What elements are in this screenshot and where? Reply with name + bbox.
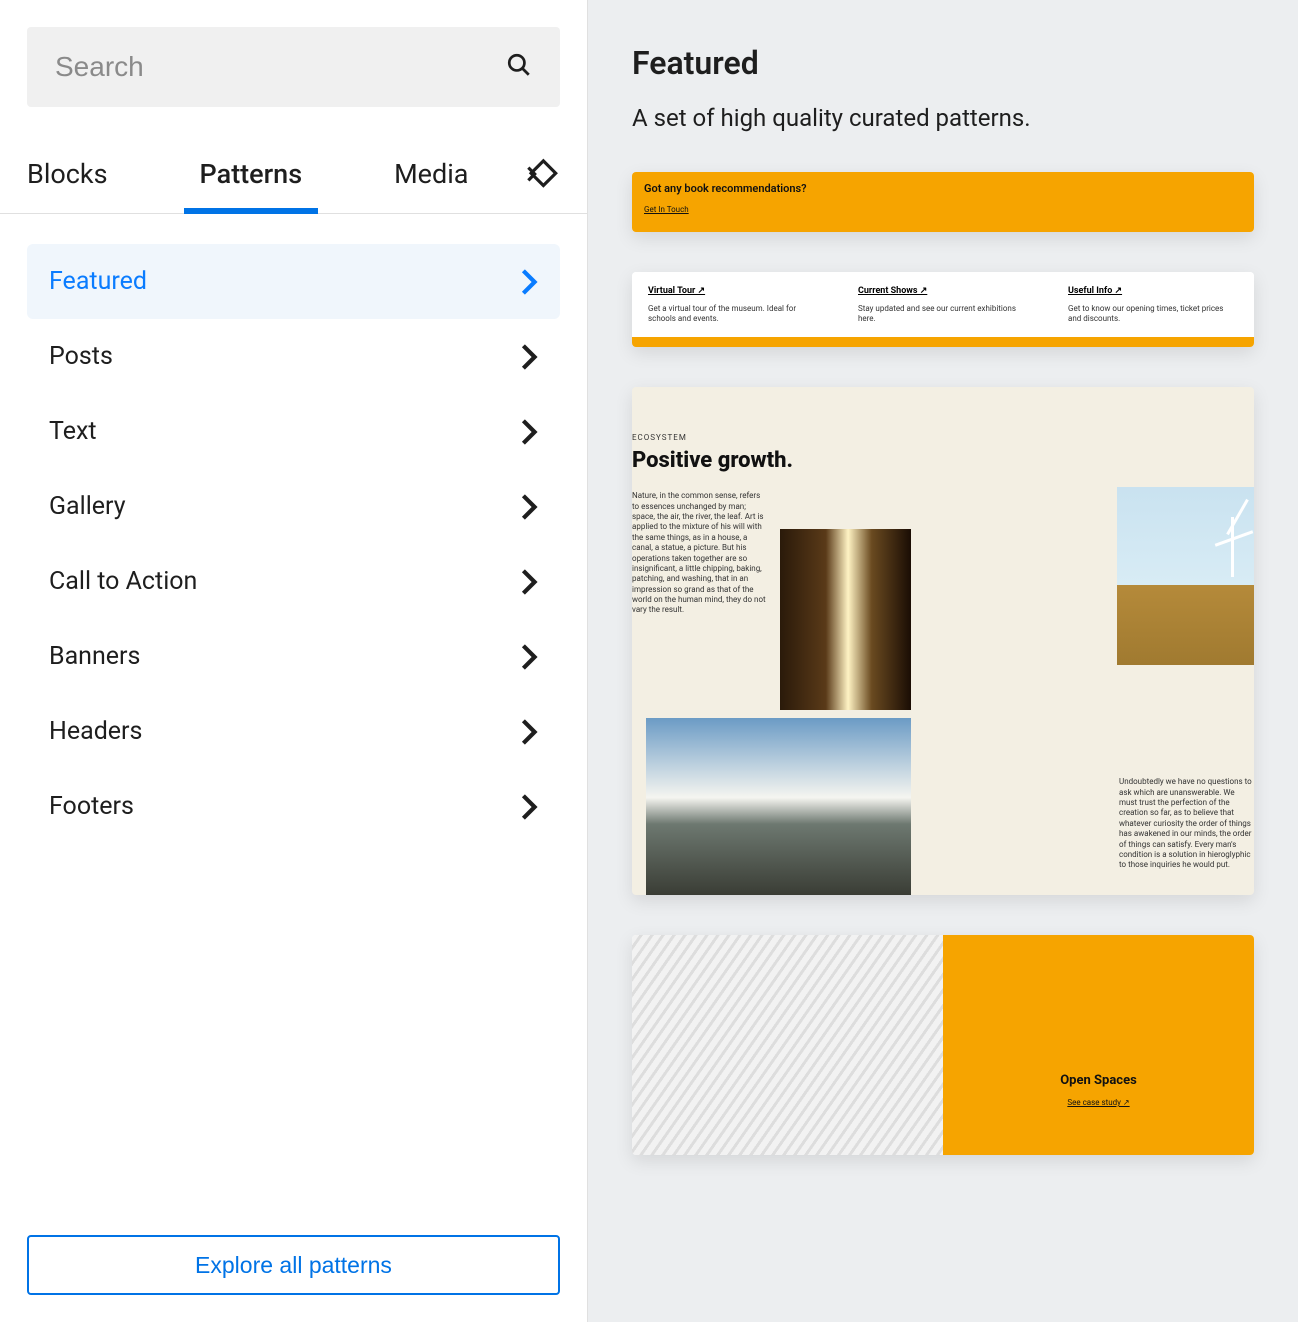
category-posts[interactable]: Posts	[27, 319, 560, 394]
category-label: Featured	[49, 267, 147, 296]
category-gallery[interactable]: Gallery	[27, 469, 560, 544]
pattern1-title: Got any book recommendations?	[644, 182, 1242, 195]
category-text[interactable]: Text	[27, 394, 560, 469]
pattern4-title: Open Spaces	[1060, 1073, 1137, 1088]
explore-button-container: Explore all patterns	[0, 1235, 587, 1322]
tab-patterns[interactable]: Patterns	[184, 134, 319, 213]
category-banners[interactable]: Banners	[27, 619, 560, 694]
search-icon	[506, 52, 532, 82]
category-label: Banners	[49, 642, 140, 671]
chevron-right-icon	[520, 718, 538, 746]
chevron-right-icon	[520, 793, 538, 821]
inserter-tabs: Blocks Patterns Media	[0, 134, 587, 214]
pattern2-col2-head: Current Shows ↗	[858, 286, 1028, 296]
pattern-categories: Featured Posts Text Gallery Call to Acti…	[0, 214, 587, 1235]
category-footers[interactable]: Footers	[27, 769, 560, 844]
forest-image	[780, 529, 911, 710]
preview-title: Featured	[632, 44, 1254, 82]
category-label: Posts	[49, 342, 113, 371]
pattern3-title: Positive growth.	[632, 448, 1254, 473]
category-label: Text	[49, 417, 97, 446]
inserter-sidebar: Blocks Patterns Media Featured Posts Tex…	[0, 0, 588, 1322]
tab-media[interactable]: Media	[378, 134, 484, 213]
category-label: Footers	[49, 792, 134, 821]
pattern-preview-open-spaces[interactable]: Open Spaces See case study ↗	[632, 935, 1254, 1155]
detach-icon[interactable]	[522, 155, 560, 193]
pattern2-col3-text: Get to know our opening times, ticket pr…	[1068, 304, 1238, 323]
pattern1-link: Get In Touch	[644, 205, 1242, 214]
pattern-preview-three-links[interactable]: Virtual Tour ↗ Get a virtual tour of the…	[632, 272, 1254, 347]
pattern2-col2-text: Stay updated and see our current exhibit…	[858, 304, 1028, 323]
category-featured[interactable]: Featured	[27, 244, 560, 319]
search-container	[0, 0, 587, 134]
chevron-right-icon	[520, 343, 538, 371]
pattern3-eyebrow: ECOSYSTEM	[632, 387, 1254, 448]
search-input[interactable]	[55, 51, 506, 83]
chevron-right-icon	[520, 268, 538, 296]
category-headers[interactable]: Headers	[27, 694, 560, 769]
preview-pane: Featured A set of high quality curated p…	[588, 0, 1298, 1322]
category-call-to-action[interactable]: Call to Action	[27, 544, 560, 619]
chevron-right-icon	[520, 493, 538, 521]
pattern3-right-text: Undoubtedly we have no questions to ask …	[1119, 777, 1254, 871]
pattern2-col1-text: Get a virtual tour of the museum. Ideal …	[648, 304, 818, 323]
pattern-preview-positive-growth[interactable]: ECOSYSTEM Positive growth. Nature, in th…	[632, 387, 1254, 895]
pattern2-col1-head: Virtual Tour ↗	[648, 286, 818, 296]
chevron-right-icon	[520, 418, 538, 446]
chevron-right-icon	[520, 568, 538, 596]
coast-image	[646, 718, 911, 895]
windmill-image	[1117, 487, 1254, 665]
pattern2-col3-head: Useful Info ↗	[1068, 286, 1238, 296]
chevron-right-icon	[520, 643, 538, 671]
category-label: Gallery	[49, 492, 126, 521]
pattern3-body: Nature, in the common sense, refers to e…	[632, 491, 767, 616]
category-label: Headers	[49, 717, 142, 746]
pattern4-link: See case study ↗	[1067, 1098, 1129, 1107]
preview-subtitle: A set of high quality curated patterns.	[632, 104, 1254, 132]
tab-blocks[interactable]: Blocks	[27, 134, 124, 213]
category-label: Call to Action	[49, 567, 197, 596]
pattern-preview-cta-book[interactable]: Got any book recommendations? Get In Tou…	[632, 172, 1254, 232]
open-spaces-texture-image	[632, 935, 943, 1155]
explore-all-patterns-button[interactable]: Explore all patterns	[27, 1235, 560, 1295]
search-box[interactable]	[27, 27, 560, 107]
